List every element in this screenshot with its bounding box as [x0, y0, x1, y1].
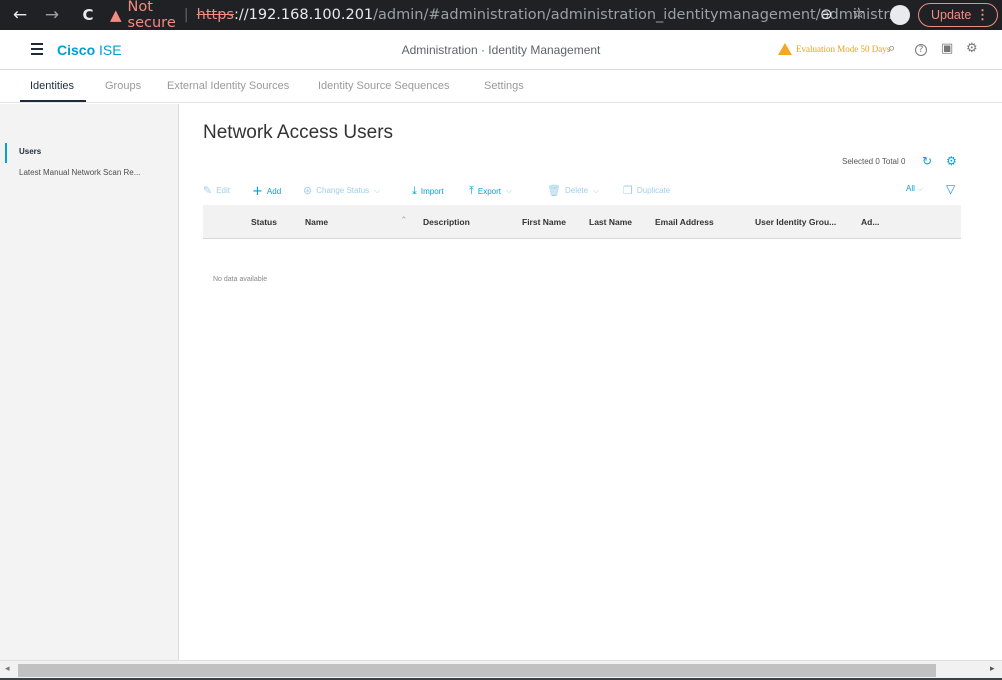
add-button[interactable]: + Add	[252, 184, 281, 199]
column-admin[interactable]: Ad...	[861, 217, 879, 227]
ise-app: Cisco ISE Administration · Identity Mana…	[0, 30, 1002, 660]
browser-menu-icon[interactable]: ⋮	[976, 7, 989, 23]
settings-gear-icon[interactable]: ⚙	[966, 41, 978, 56]
dashboard-icon[interactable]: ▣	[941, 41, 953, 56]
trash-icon: 🗑	[547, 184, 561, 197]
omnibox-divider: |	[183, 7, 189, 23]
table-settings-icon[interactable]: ⚙	[946, 154, 957, 168]
column-status[interactable]: Status	[251, 217, 277, 227]
sidebar-item-users[interactable]: Users	[0, 143, 179, 163]
column-name[interactable]: Name	[305, 217, 328, 227]
forward-arrow-icon[interactable]: →	[40, 3, 64, 27]
tab-bar: Identities Groups External Identity Sour…	[0, 71, 1002, 103]
browser-toolbar: ← → C ▲ Not secure | https://192.168.100…	[0, 0, 1002, 31]
tab-groups[interactable]: Groups	[105, 80, 141, 92]
search-icon[interactable]: ⌕	[888, 41, 895, 56]
edit-button[interactable]: ✎ Edit	[203, 184, 230, 197]
column-user-identity-group[interactable]: User Identity Grou...	[755, 217, 836, 227]
export-icon: ⤒	[469, 184, 474, 197]
refresh-icon[interactable]: ↻	[922, 154, 932, 168]
tab-identities[interactable]: Identities	[30, 80, 74, 92]
tab-external-identity-sources[interactable]: External Identity Sources	[167, 80, 289, 92]
zoom-icon[interactable]: ⊖	[820, 5, 833, 23]
import-button[interactable]: ⤓ Import	[412, 184, 444, 198]
filter-icon[interactable]: ▽	[946, 182, 955, 196]
update-label: Update	[931, 8, 972, 22]
duplicate-icon: ❐	[623, 184, 633, 197]
chevron-down-icon: ⌵	[593, 185, 600, 195]
sidebar-item-network-scan[interactable]: Latest Manual Network Scan Re...	[0, 164, 179, 182]
change-status-button[interactable]: ⊛ Change Status ⌵	[303, 184, 380, 197]
back-arrow-icon[interactable]: ←	[8, 3, 32, 27]
tab-settings[interactable]: Settings	[484, 80, 524, 92]
scroll-right-arrow-icon[interactable]: ▸	[990, 664, 995, 674]
warning-triangle-icon	[778, 43, 792, 55]
scroll-left-arrow-icon[interactable]: ◂	[5, 664, 10, 674]
column-first-name[interactable]: First Name	[522, 217, 566, 227]
url-host: ://192.168.100.201	[233, 7, 374, 23]
export-button[interactable]: ⤒ Export ⌵	[469, 184, 512, 198]
bookmark-star-icon[interactable]: ☆	[852, 4, 865, 22]
duplicate-button[interactable]: ❐ Duplicate	[623, 184, 670, 197]
column-email-address[interactable]: Email Address	[655, 217, 714, 227]
chevron-down-icon: ⌵	[506, 186, 513, 195]
pencil-icon: ✎	[203, 184, 213, 197]
url-scheme: https	[196, 7, 234, 23]
not-secure-label[interactable]: Not secure	[128, 0, 176, 31]
warning-icon: ▲	[110, 6, 122, 24]
address-bar[interactable]: ▲ Not secure | https://192.168.100.201/a…	[110, 0, 902, 31]
column-last-name[interactable]: Last Name	[589, 217, 632, 227]
selection-count: Selected 0 Total 0	[842, 157, 906, 166]
tab-identity-source-sequences[interactable]: Identity Source Sequences	[318, 80, 449, 92]
plus-icon: +	[252, 184, 263, 199]
update-button[interactable]: Update ⋮	[918, 3, 998, 27]
sort-ascending-icon[interactable]: ⌃	[400, 216, 408, 226]
empty-table-message: No data available	[213, 276, 268, 283]
evaluation-text: Evaluation Mode 50 Days	[796, 44, 891, 54]
main-content: Network Access Users Selected 0 Total 0 …	[180, 104, 1002, 660]
chevron-down-icon: ⌵	[374, 185, 381, 195]
brand-logo[interactable]: Cisco ISE	[57, 42, 122, 58]
scrollbar-thumb[interactable]	[18, 664, 936, 677]
status-icon: ⊛	[303, 184, 313, 197]
evaluation-badge[interactable]: Evaluation Mode 50 Days	[778, 43, 890, 55]
delete-button[interactable]: 🗑 Delete ⌵	[547, 184, 599, 197]
import-icon: ⤓	[412, 184, 417, 197]
filter-dropdown[interactable]: All ⌵	[906, 184, 923, 194]
horizontal-scrollbar[interactable]: ◂ ▸	[0, 660, 1002, 680]
top-navigation: Cisco ISE Administration · Identity Mana…	[0, 30, 1002, 70]
help-icon[interactable]: ?	[915, 44, 927, 56]
sidebar: Users Latest Manual Network Scan Re...	[0, 104, 179, 660]
column-description[interactable]: Description	[423, 217, 470, 227]
hamburger-menu-icon[interactable]	[31, 43, 43, 58]
active-tab-indicator	[20, 100, 86, 102]
page-title: Network Access Users	[203, 122, 394, 143]
profile-avatar[interactable]	[890, 5, 910, 25]
reload-icon[interactable]: C	[76, 3, 100, 27]
table-header: Status Name ⌃ Description First Name Las…	[203, 205, 961, 239]
